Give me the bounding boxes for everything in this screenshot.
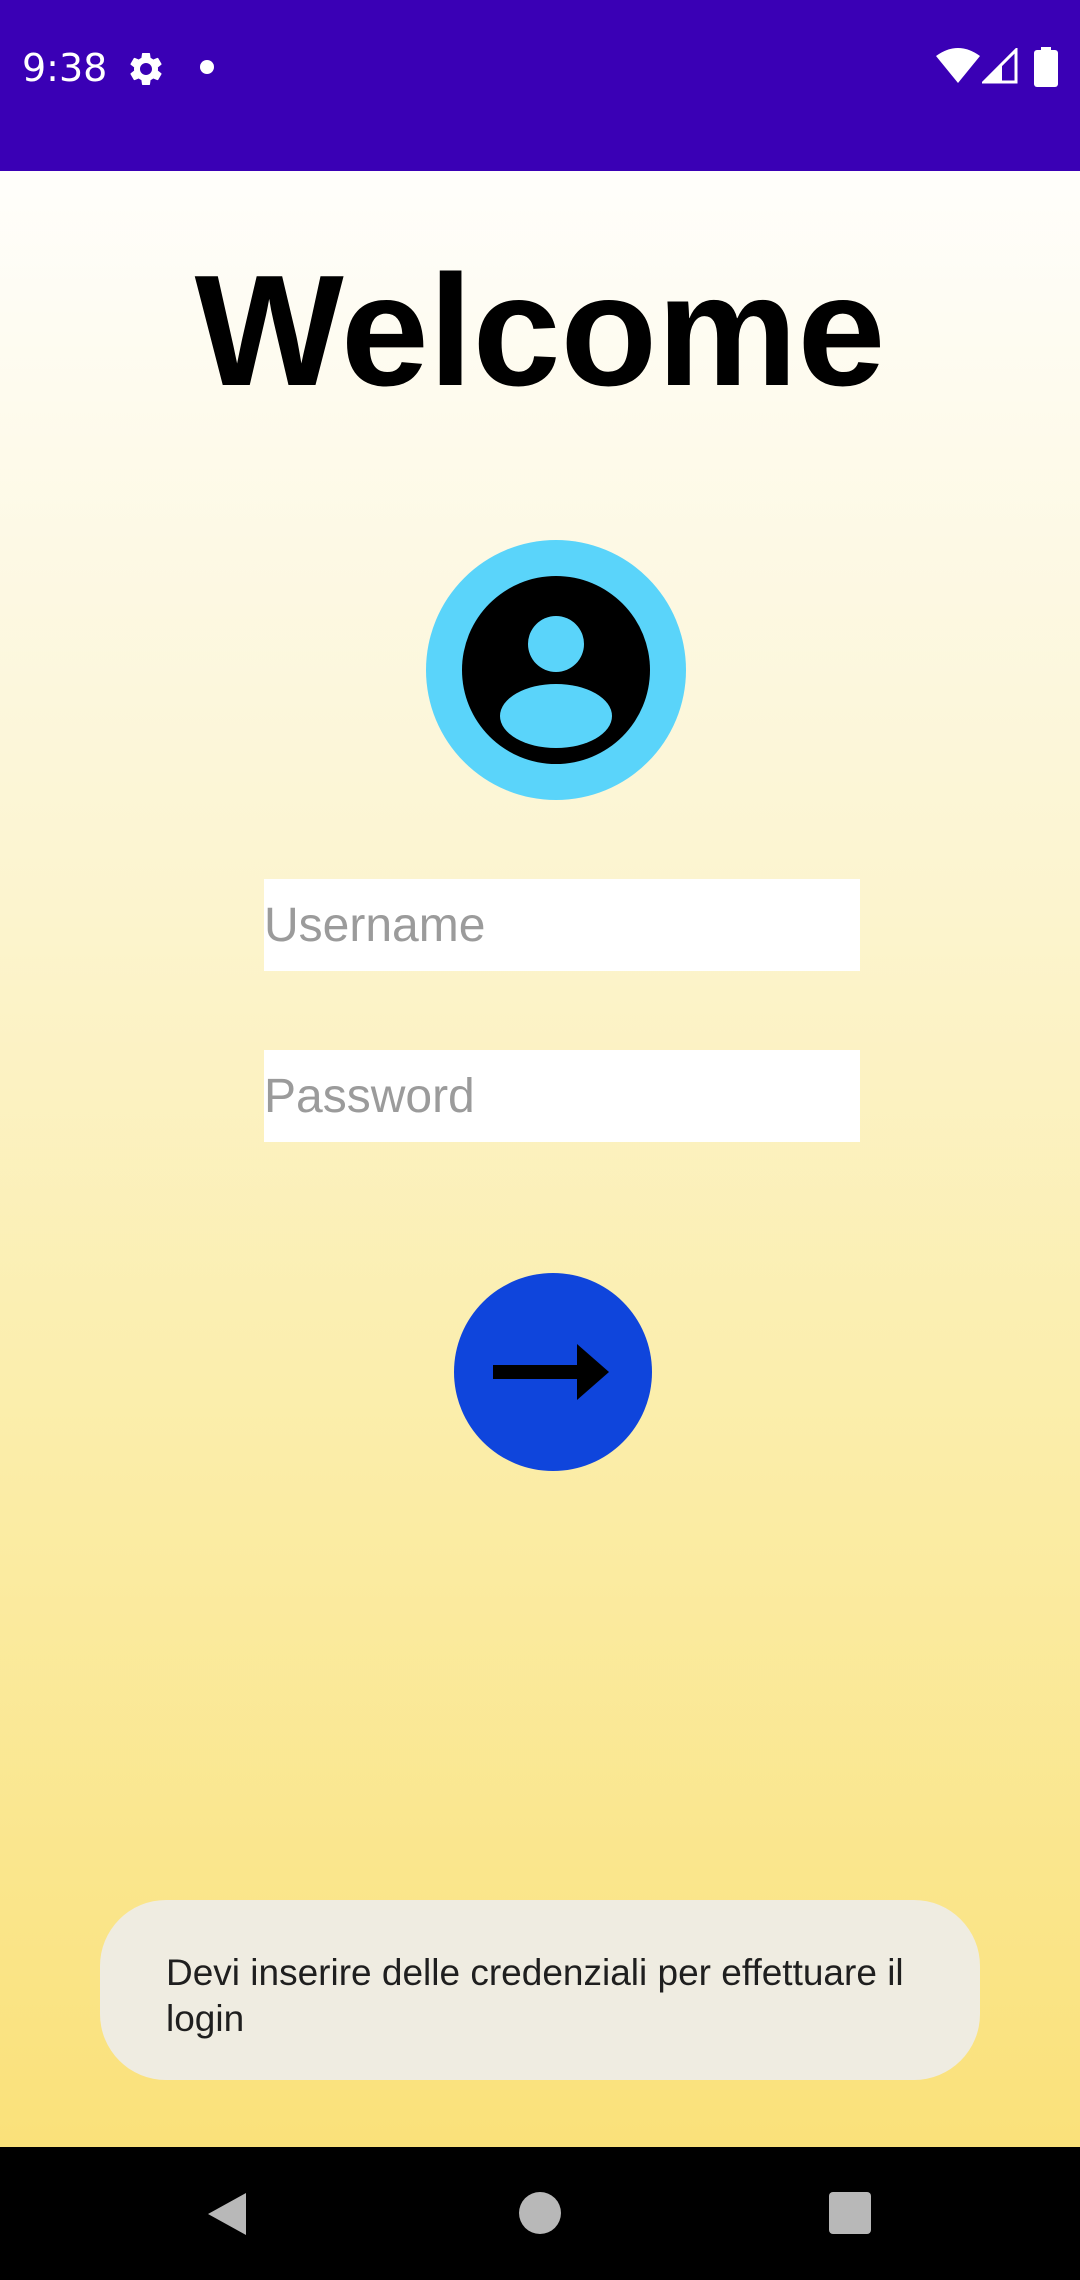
- account-circle-icon: [426, 540, 686, 800]
- arrow-right-icon: [493, 1344, 609, 1400]
- password-input[interactable]: [264, 1050, 860, 1142]
- notification-dot-icon: [200, 60, 214, 74]
- battery-icon: [1034, 47, 1058, 87]
- login-submit-button[interactable]: [454, 1273, 652, 1471]
- navigation-bar: [0, 2147, 1080, 2280]
- home-icon[interactable]: [519, 2192, 561, 2234]
- page-title: Welcome: [194, 243, 886, 419]
- toast-message: Devi inserire delle credenziali per effe…: [100, 1900, 980, 2080]
- login-screen: Welcome Devi inserire delle credenziali …: [0, 171, 1080, 2147]
- username-input[interactable]: [264, 879, 860, 971]
- back-icon[interactable]: [204, 2191, 250, 2237]
- status-bar: 9:38: [0, 0, 1080, 171]
- cell-signal-icon: [982, 48, 1018, 84]
- status-time: 9:38: [22, 46, 108, 90]
- gear-icon: [130, 52, 162, 85]
- wifi-icon: [936, 48, 980, 83]
- recents-icon[interactable]: [829, 2192, 871, 2234]
